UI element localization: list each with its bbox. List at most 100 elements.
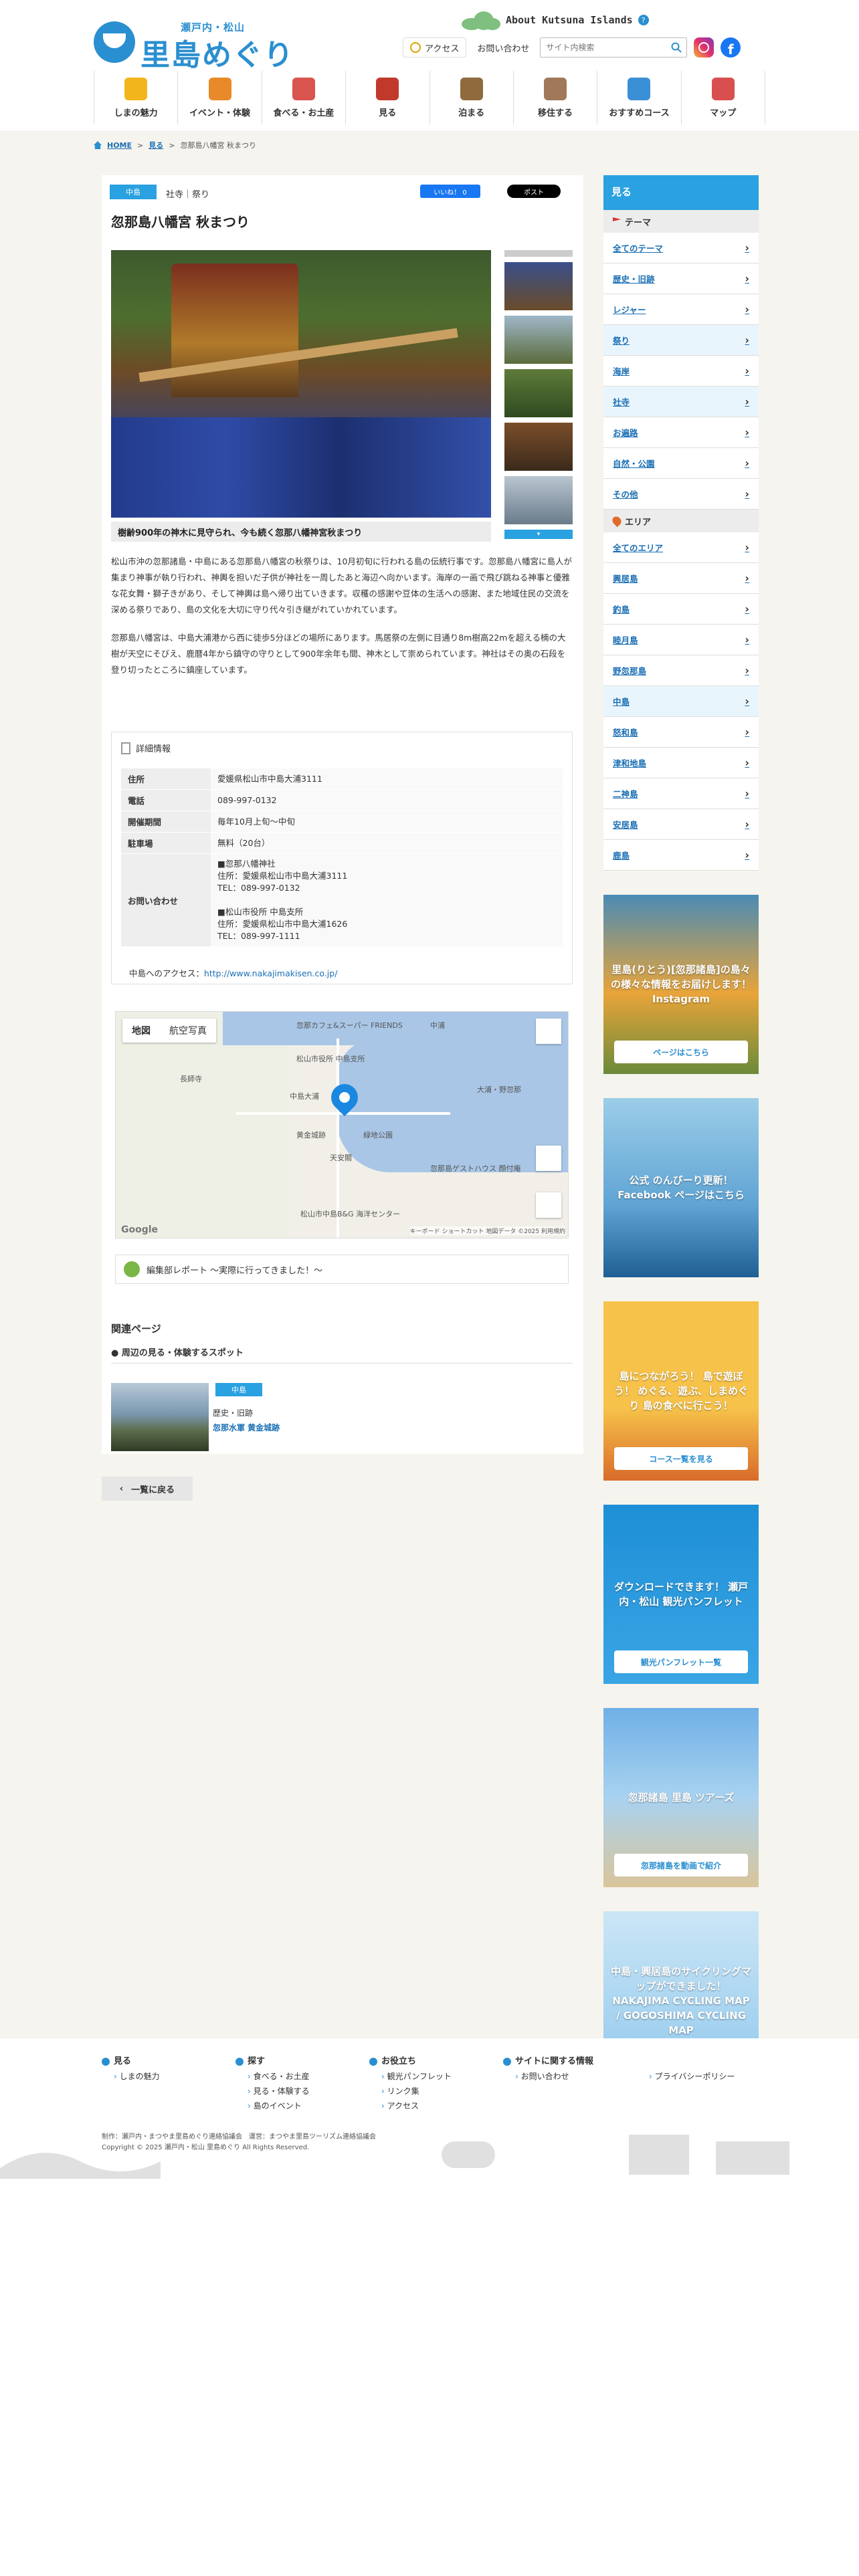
chevron-right-icon: › (745, 787, 749, 800)
nav-item[interactable]: イベント・体験 (177, 71, 261, 124)
access-button[interactable]: アクセス (403, 37, 467, 58)
banner-button[interactable]: 観光パンフレット一覧 (614, 1650, 748, 1673)
map-label: 中浦 (430, 1021, 445, 1030)
chevron-right-icon: › (745, 241, 749, 254)
sidebar-area-item[interactable]: 二神島 › (603, 778, 759, 809)
sidebar-theme-item[interactable]: 海岸 › (603, 356, 759, 387)
footer-link[interactable]: お問い合わせ (503, 2069, 593, 2084)
description-paragraph: 松山市沖の忽那諸島・中島にある忽那島八幡宮の秋祭りは、10月初旬に行われる島の伝… (111, 556, 573, 615)
site-logo[interactable]: 瀬戸内・松山 里島めぐり (94, 17, 301, 72)
footer-link[interactable]: 観光パンフレット (369, 2069, 452, 2084)
breadcrumb-bar: HOME > 見る > 忽那島八幡宮 秋まつり (0, 131, 859, 156)
thumbnail[interactable] (504, 369, 573, 417)
map-location-button[interactable] (536, 1146, 561, 1171)
footer-link[interactable]: 島のイベント (235, 2099, 310, 2113)
access-url-link[interactable]: http://www.nakajimakisen.co.jp/ (204, 968, 338, 978)
sidebar-banner[interactable]: 公式 のんびーり更新！ Facebook ページはこちら (603, 1098, 759, 1277)
sidebar-theme-item[interactable]: 歴史・旧跡 › (603, 263, 759, 294)
sidebar-area-item[interactable]: 怒和島 › (603, 717, 759, 748)
sidebar-area-item[interactable]: 中島 › (603, 686, 759, 717)
detail-title: 詳細情報 (136, 744, 171, 754)
contact-link[interactable]: お問い合わせ (473, 41, 533, 54)
breadcrumb-home[interactable]: HOME (107, 141, 132, 150)
instagram-icon[interactable] (694, 37, 714, 58)
thumbnail[interactable] (504, 476, 573, 524)
thumb-scroll-down[interactable]: ▾ (504, 530, 573, 539)
island-icon (462, 10, 500, 30)
footer-link[interactable]: 食べる・お土産 (235, 2069, 310, 2084)
sidebar-theme-item[interactable]: その他 › (603, 479, 759, 510)
search-input[interactable] (541, 38, 667, 57)
thumbnail[interactable] (504, 262, 573, 310)
back-to-list-button[interactable]: ‹ 一覧に戻る (102, 1477, 193, 1501)
sidebar-theme-item[interactable]: 社寺 › (603, 387, 759, 417)
sidebar-banner[interactable]: 里島(りとう)[忽那諸島]の島々の様々な情報をお届けします！ Instagram… (603, 895, 759, 1074)
map-tab-map[interactable]: 地図 (122, 1018, 160, 1043)
description-paragraph: 忽那島八幡宮は、中島大浦港から西に徒歩5分ほどの場所にあります。馬居祭の左側に目… (111, 633, 566, 675)
banner-button[interactable]: ページはこちら (614, 1041, 748, 1063)
sidebar-area-item[interactable]: 安居島 › (603, 809, 759, 840)
chevron-right-icon: › (745, 664, 749, 677)
sidebar-theme-item[interactable]: お遍路 › (603, 417, 759, 448)
nav-item[interactable]: 食べる・お土産 (261, 71, 345, 124)
sidebar-banner[interactable]: 忽那諸島 里島 ツアーズ 忽那諸島を動画で紹介 (603, 1708, 759, 1887)
contact-line: ■松山市役所 中島支所 (217, 907, 304, 917)
about-text: About Kutsuna Islands (506, 14, 633, 26)
nav-item[interactable]: マップ (680, 71, 765, 124)
people-icon (208, 77, 231, 100)
contact-line: 住所：愛媛県松山市中島大浦3111 (217, 871, 348, 881)
nav-item[interactable]: 泊まる (429, 71, 513, 124)
nav-item[interactable]: しまの魅力 (94, 71, 177, 124)
search-button[interactable] (666, 38, 686, 57)
fullscreen-icon[interactable] (536, 1018, 561, 1044)
sidebar-banner[interactable]: ダウンロードできます！ 瀬戸内・松山 観光パンフレット観光パンフレット一覧 (603, 1505, 759, 1684)
sidebar-theme-item[interactable]: 全てのテーマ › (603, 233, 759, 263)
banner-button[interactable]: 忽那諸島を動画で紹介 (614, 1854, 748, 1876)
footer-link[interactable]: リンク集 (369, 2084, 452, 2099)
sidebar-area-item[interactable]: 釣島 › (603, 594, 759, 625)
editor-report-link[interactable]: 編集部レポート ～実際に行ってきました！～ (115, 1255, 569, 1284)
map-attribution[interactable]: キーボード ショートカット 地図データ ©2025 利用規約 (409, 1226, 565, 1235)
facebook-icon[interactable]: f (721, 37, 741, 58)
street-view-icon[interactable] (536, 1192, 561, 1218)
thumbnail[interactable] (504, 423, 573, 471)
facebook-like-button[interactable]: いいね！ 0 (420, 185, 480, 198)
chevron-right-icon: › (745, 695, 749, 708)
sidebar-banner[interactable]: 島につながろう！ 島で遊ぼう！ めぐる、遊ぶ、しまめぐり 島の食べに行こう！ コー… (603, 1301, 759, 1481)
banner-button[interactable]: コース一覧を見る (614, 1447, 748, 1470)
nav-item[interactable]: 移住する (512, 71, 597, 124)
sidebar-area-item[interactable]: 睦月島 › (603, 625, 759, 655)
sidebar-area-item[interactable]: 津和地島 › (603, 748, 759, 778)
related-thumbnail[interactable] (111, 1383, 209, 1451)
thumb-scroll-up[interactable] (504, 250, 573, 257)
sidebar-theme-item[interactable]: 祭り › (603, 325, 759, 356)
nav-item[interactable]: おすすめコース (597, 71, 680, 124)
thumbnail[interactable] (504, 316, 573, 364)
map-label: 松山市役所 中島支所 (296, 1055, 365, 1063)
map-tab-satellite[interactable]: 航空写真 (160, 1018, 216, 1043)
sidebar-area-item[interactable]: 全てのエリア › (603, 532, 759, 563)
google-map[interactable]: 地図 航空写真 忽那カフェ&スーパー FRIENDS 松山市役所 中島支所 長師… (115, 1011, 569, 1239)
footer-link[interactable]: しまの魅力 (102, 2069, 160, 2084)
detail-value: 無料（20台） (211, 832, 563, 854)
breadcrumb-see[interactable]: 見る (149, 140, 163, 150)
nav-label: 食べる・お土産 (273, 108, 335, 118)
sidebar-theme-item[interactable]: 自然・公園 › (603, 448, 759, 479)
sidebar-area-item[interactable]: 鹿島 › (603, 840, 759, 871)
sidebar-theme-item[interactable]: レジャー › (603, 294, 759, 325)
map-type-tabs: 地図 航空写真 (122, 1018, 216, 1043)
nav-item[interactable]: 見る (345, 71, 429, 124)
map-label: 忽那カフェ&スーパー FRIENDS (296, 1021, 403, 1030)
nav-label: 見る (379, 108, 397, 118)
related-spot-link[interactable]: 忽那水軍 黄金城跡 (213, 1422, 280, 1433)
sidebar-area-item[interactable]: 興居島 › (603, 563, 759, 594)
footer-link[interactable]: アクセス (369, 2099, 452, 2113)
article: 中島 社寺｜祭り いいね！ 0 ポスト 忽那島八幡宮 秋まつり 樹齢900年の神… (102, 175, 583, 1454)
sidebar-item-label: 鹿島 (613, 851, 630, 861)
x-post-button[interactable]: ポスト (507, 185, 561, 198)
about-link[interactable]: About Kutsuna Islands ? (462, 8, 649, 32)
banner-text: ダウンロードできます！ 瀬戸内・松山 観光パンフレット (613, 1581, 749, 1608)
footer-link[interactable]: 見る・体験する (235, 2084, 310, 2099)
footer-link[interactable]: プライバシーポリシー (637, 2069, 735, 2084)
sidebar-area-item[interactable]: 野忽那島 › (603, 655, 759, 686)
